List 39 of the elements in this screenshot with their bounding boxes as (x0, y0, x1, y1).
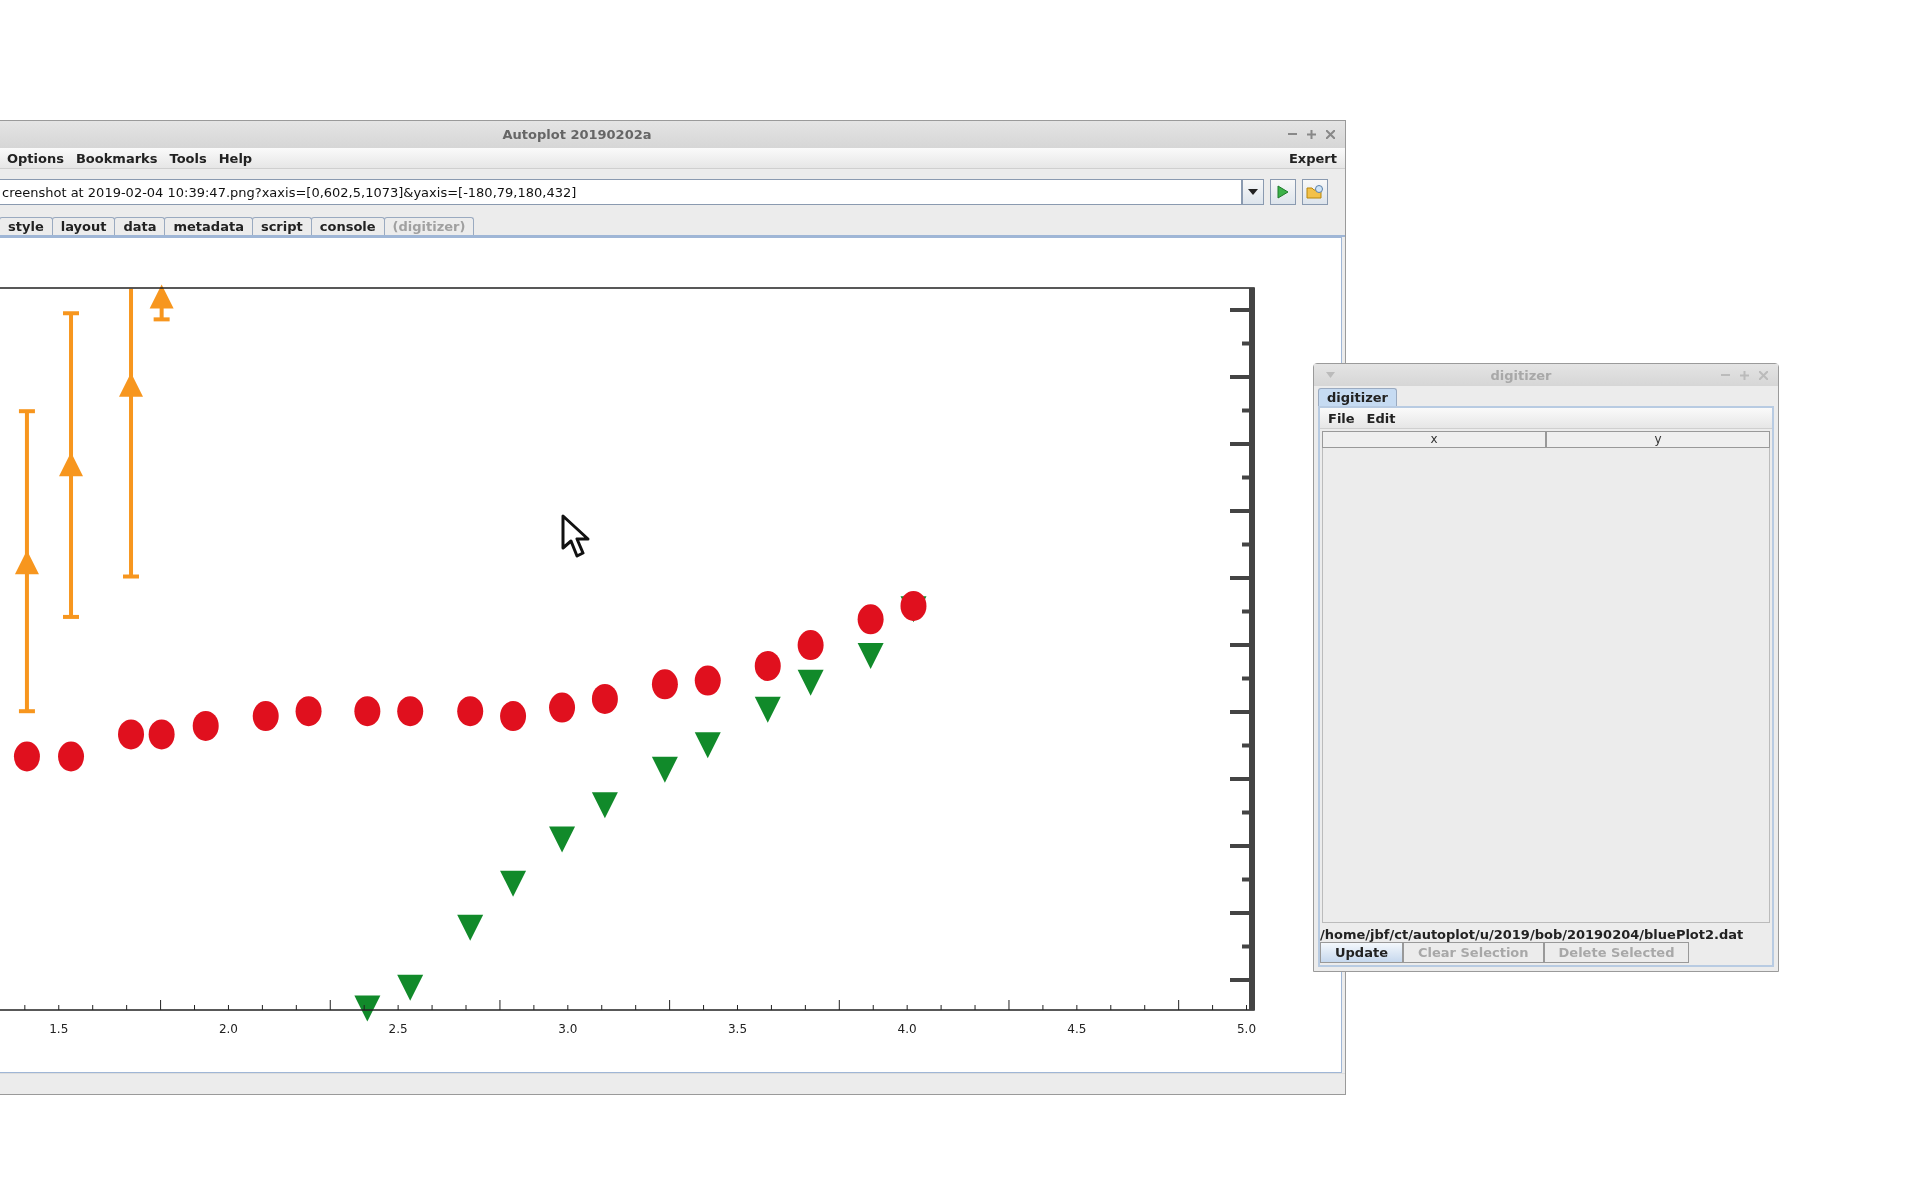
play-button[interactable] (1270, 179, 1296, 205)
menu-item[interactable]: Options (1, 150, 70, 166)
tab[interactable]: digitizer (1318, 388, 1397, 406)
menu-item[interactable]: File (1322, 410, 1361, 426)
menu-item[interactable]: Edit (1360, 410, 1402, 426)
window-title: digitizer (1490, 367, 1552, 383)
caret-icon (1248, 189, 1258, 195)
caret-icon[interactable] (1326, 372, 1335, 378)
axis-tick-label: 2.5 (388, 1022, 408, 1036)
axis-tick-label: 1.5 (49, 1022, 69, 1036)
axis-tick-label: 3.5 (727, 1022, 748, 1036)
menu-item[interactable]: Expert (1283, 150, 1343, 166)
menu-item[interactable]: Help (212, 150, 259, 166)
tab[interactable]: style (0, 217, 53, 235)
browse-button[interactable] (1302, 179, 1328, 205)
close-icon[interactable] (1326, 130, 1335, 139)
axis-tick-label: 5.0 (1237, 1022, 1257, 1036)
dropdown-button[interactable] (1242, 179, 1264, 205)
minimize-icon[interactable] (1288, 133, 1297, 136)
axis-tick-label: 3.0 (558, 1022, 578, 1036)
file-path-label: /home/jbf/ct/autoplot/u/2019/bob/20190204/bluePlot2.dat (1320, 926, 1745, 942)
close-icon[interactable] (1759, 370, 1768, 380)
menu-item[interactable]: Bookmarks (69, 150, 164, 166)
axis-tick-label: 4.5 (1067, 1022, 1087, 1036)
menu-item[interactable]: Tools (163, 150, 213, 166)
column-header[interactable]: y (1546, 431, 1770, 448)
play-icon (1277, 185, 1289, 199)
folder-icon (1306, 184, 1324, 200)
action-button[interactable]: Update (1320, 942, 1403, 963)
column-header[interactable]: x (1322, 431, 1546, 448)
address-field[interactable]: creenshot at 2019-02-04 10:39:47.png?xaxis=[0,602,5,1073]&yaxis=[-180,79,180,432] (0, 179, 1242, 205)
axis-tick-label: 4.0 (897, 1022, 917, 1036)
maximize-icon[interactable] (1740, 370, 1749, 380)
tab[interactable]: script (251, 217, 312, 235)
tab[interactable]: layout (51, 217, 116, 235)
axis-tick-label: 2.0 (218, 1022, 238, 1036)
maximize-icon[interactable] (1307, 130, 1316, 139)
window-title: Autoplot 20190202a (502, 127, 652, 142)
minimize-icon[interactable] (1721, 373, 1730, 377)
